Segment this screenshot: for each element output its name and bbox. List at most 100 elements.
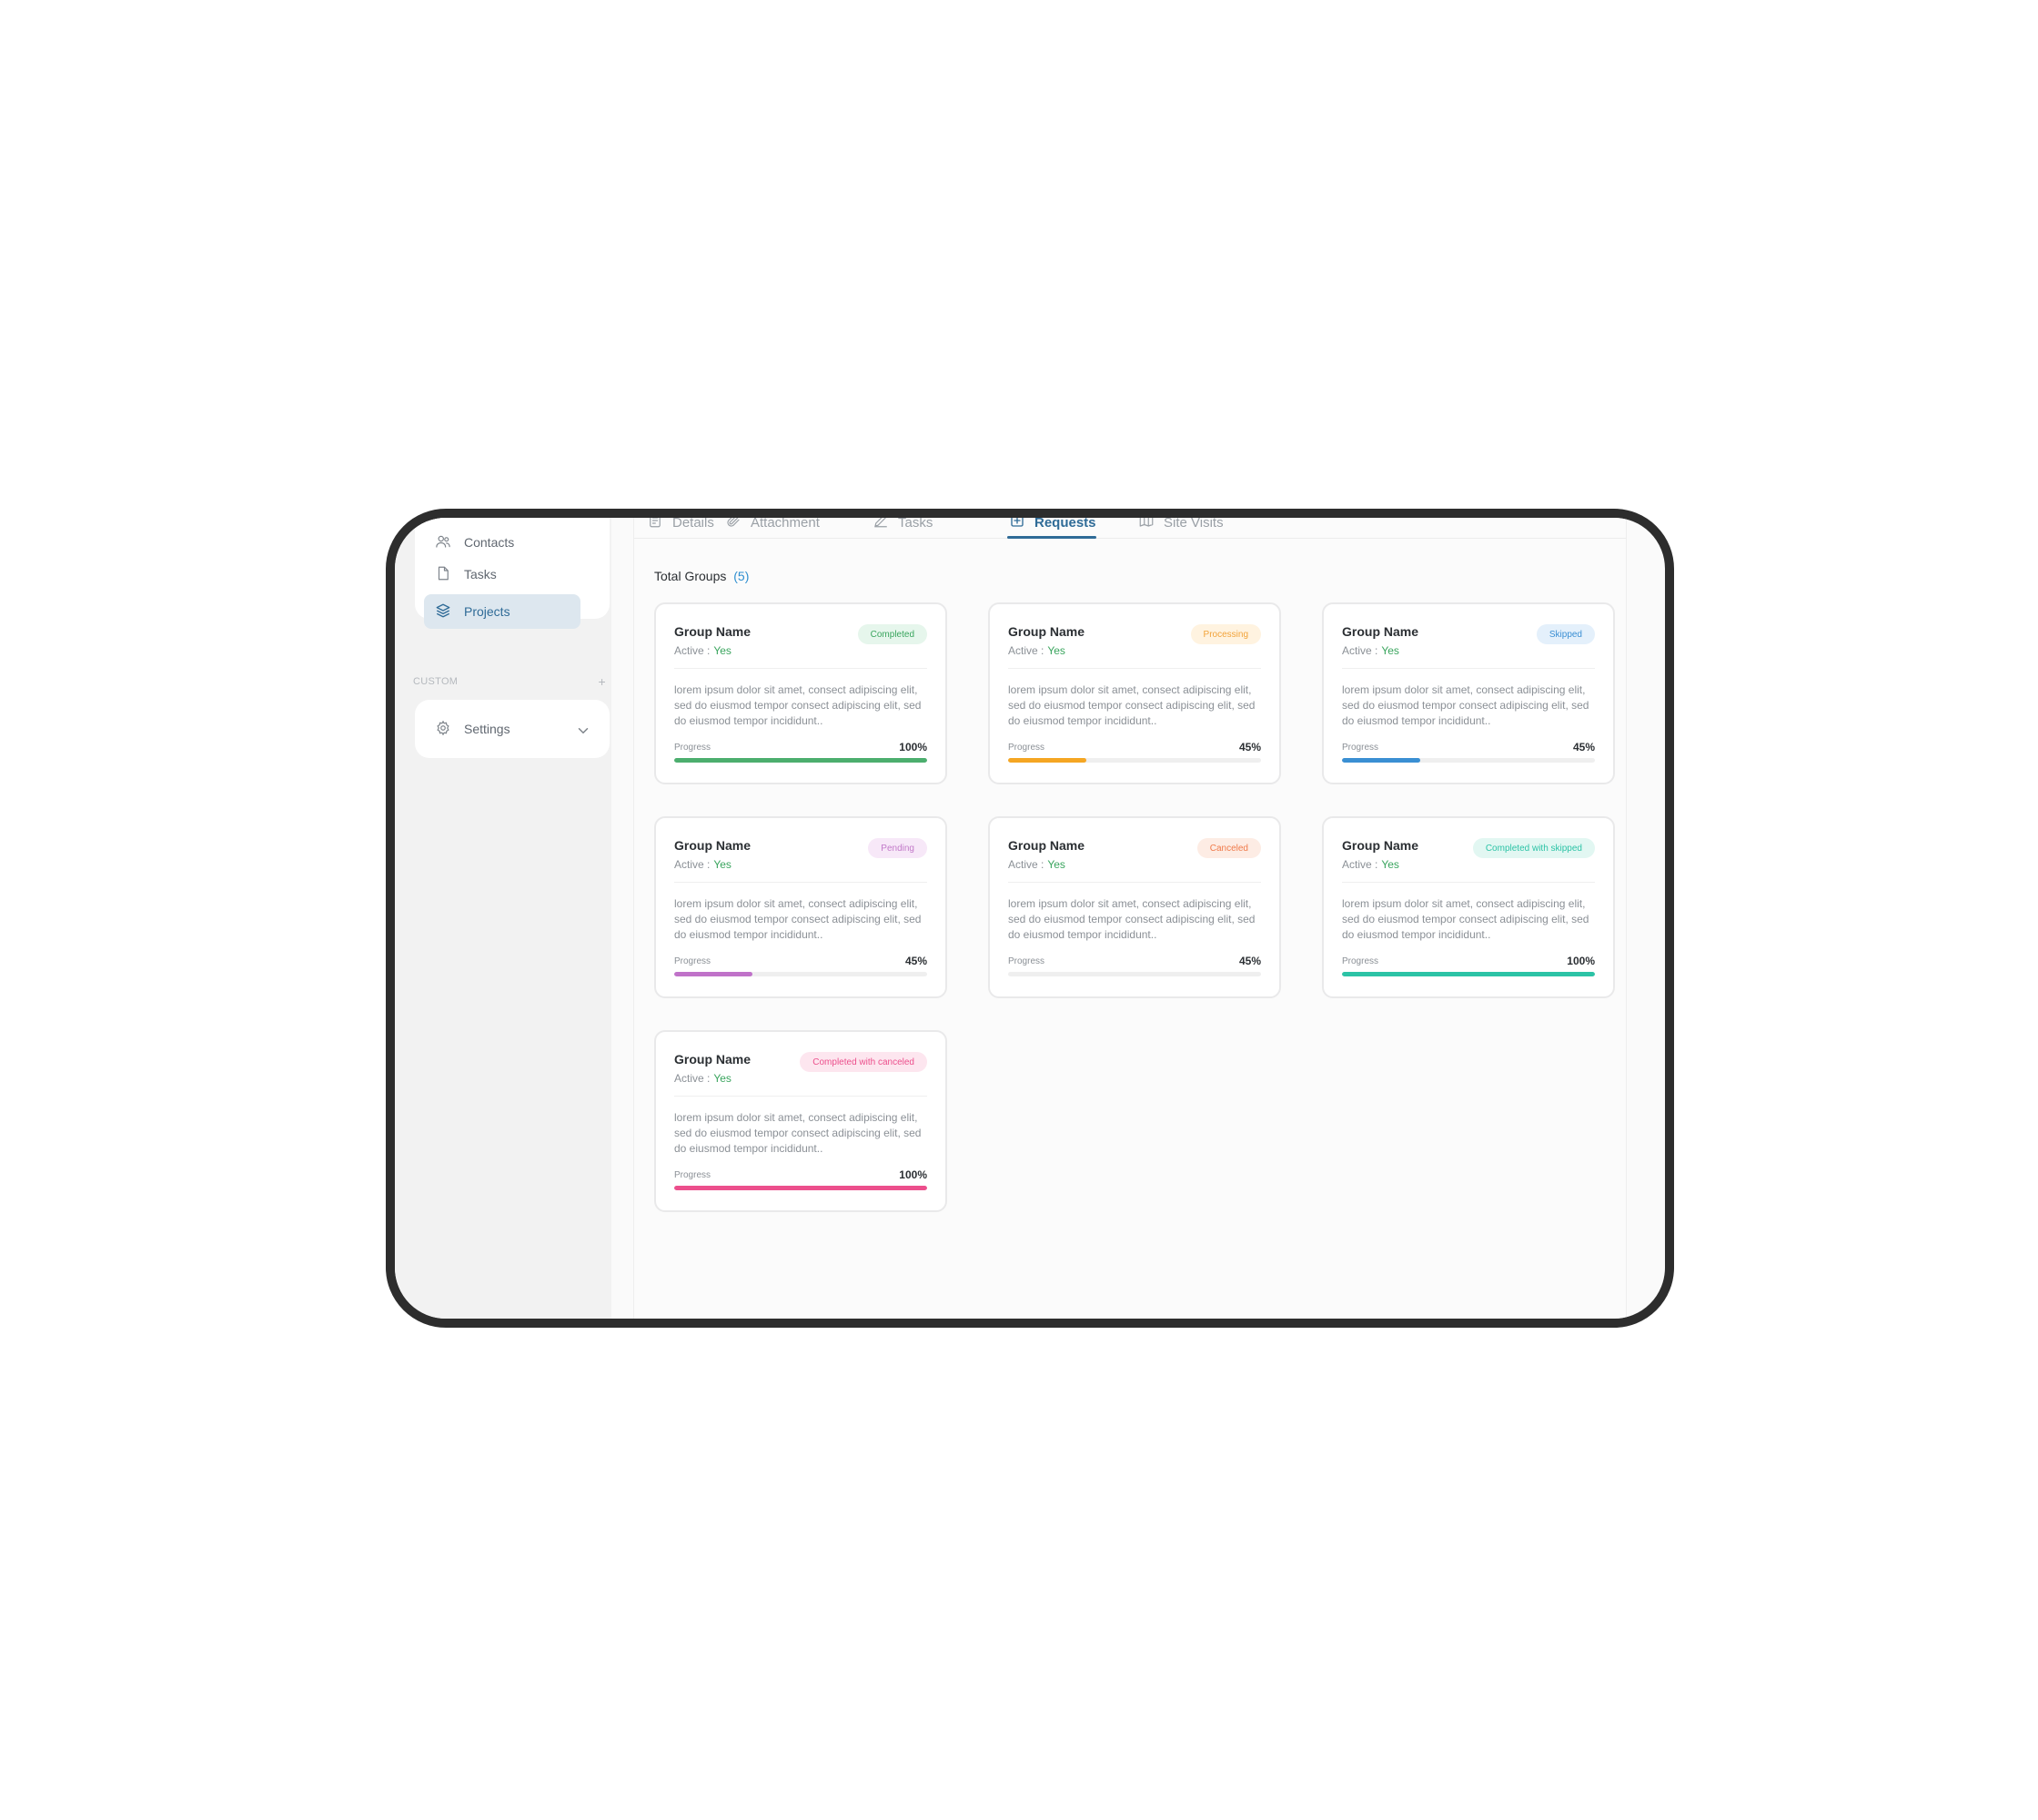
divider xyxy=(1342,668,1595,669)
progress-track xyxy=(674,1186,927,1190)
divider xyxy=(1008,882,1261,883)
group-name: Group Name xyxy=(1342,838,1419,853)
group-name: Group Name xyxy=(1008,838,1085,853)
status-badge: Completed with canceled xyxy=(800,1052,927,1072)
progress-track xyxy=(674,758,927,763)
progress-fill xyxy=(674,1186,927,1190)
status-badge: Processing xyxy=(1190,624,1261,644)
active-status: Active : Yes xyxy=(1008,858,1065,871)
chevron-down-icon[interactable] xyxy=(575,723,589,735)
progress-fill xyxy=(674,972,753,976)
sidebar-item-label: Projects xyxy=(464,604,510,619)
group-description: lorem ipsum dolor sit amet, consect adip… xyxy=(674,1111,922,1155)
sidebar-item-tasks[interactable]: Tasks xyxy=(424,557,580,592)
divider xyxy=(1008,668,1261,669)
active-tab-indicator xyxy=(1007,536,1096,539)
progress-label: Progress xyxy=(674,743,711,753)
group-card[interactable]: Group Name Completed Active : Yes lorem ipsu… xyxy=(654,602,947,784)
tab-label: Attachment xyxy=(751,514,820,531)
group-description: lorem ipsum dolor sit amet, consect adip… xyxy=(674,897,922,941)
active-status: Active : Yes xyxy=(1342,858,1399,871)
active-label: Active : xyxy=(674,858,711,871)
file-icon xyxy=(435,565,451,584)
group-card[interactable]: Group Name Skipped Active : Yes lorem ipsum … xyxy=(1322,602,1615,784)
progress-track xyxy=(674,972,927,976)
active-value: Yes xyxy=(713,858,731,871)
group-name: Group Name xyxy=(674,1052,752,1067)
progress-label: Progress xyxy=(1342,743,1379,753)
progress-value: 45% xyxy=(1238,741,1261,753)
group-card[interactable]: Group Name Canceled Active : Yes lorem ipsum… xyxy=(988,816,1281,998)
active-status: Active : Yes xyxy=(1342,644,1399,657)
progress-value: 45% xyxy=(1238,955,1261,967)
add-section-button[interactable]: + xyxy=(599,674,606,689)
add-square-icon xyxy=(1009,518,1025,532)
tab-details[interactable]: Details xyxy=(647,514,714,532)
tab-label: Requests xyxy=(1034,514,1096,531)
paperclip-icon xyxy=(725,518,742,532)
active-status: Active : Yes xyxy=(674,1072,731,1085)
group-card[interactable]: Group Name Pending Active : Yes lorem ipsum … xyxy=(654,816,947,998)
tab-tasks[interactable]: Tasks xyxy=(873,514,933,532)
sidebar-item-contacts[interactable]: Contacts xyxy=(424,525,580,560)
active-value: Yes xyxy=(1381,644,1399,657)
divider xyxy=(674,1096,927,1097)
total-groups: Total Groups (5) xyxy=(654,569,749,583)
status-badge: Pending xyxy=(868,838,927,858)
tab-bar: Details Attachment Tasks Requests Site V… xyxy=(634,514,1626,539)
progress-value: 45% xyxy=(904,955,927,967)
tab-label: Details xyxy=(672,514,714,531)
divider xyxy=(674,668,927,669)
settings-label: Settings xyxy=(464,722,510,736)
active-label: Active : xyxy=(1008,644,1044,657)
users-icon xyxy=(435,533,451,552)
progress-track xyxy=(1008,972,1261,976)
section-label: CUSTOM xyxy=(413,676,459,687)
sidebar-item-projects[interactable]: Projects xyxy=(424,594,580,629)
tab-requests[interactable]: Requests xyxy=(1009,514,1096,532)
pencil-icon xyxy=(873,518,889,532)
progress-track xyxy=(1342,758,1595,763)
active-label: Active : xyxy=(674,644,711,657)
group-name: Group Name xyxy=(674,624,752,639)
active-status: Active : Yes xyxy=(674,644,731,657)
group-card[interactable]: Group Name Processing Active : Yes lorem ips… xyxy=(988,602,1281,784)
sidebar: Contacts Tasks Projects CUSTOM + Setting… xyxy=(395,518,611,1319)
progress-fill xyxy=(674,758,927,763)
group-card[interactable]: Group Name Completed with skipped Active :… xyxy=(1322,816,1615,998)
group-card[interactable]: Group Name Completed with canceled Active … xyxy=(654,1030,947,1212)
group-description: lorem ipsum dolor sit amet, consect adip… xyxy=(674,683,922,727)
tab-label: Tasks xyxy=(898,514,933,531)
active-label: Active : xyxy=(674,1072,711,1085)
progress-value: 100% xyxy=(899,741,927,753)
sidebar-item-label: Tasks xyxy=(464,567,497,581)
active-value: Yes xyxy=(1381,858,1399,871)
active-label: Active : xyxy=(1342,858,1378,871)
progress-label: Progress xyxy=(1008,743,1045,753)
device-frame: Contacts Tasks Projects CUSTOM + Setting… xyxy=(386,509,1674,1328)
total-groups-count: (5) xyxy=(733,569,750,583)
progress-value: 45% xyxy=(1572,741,1595,753)
group-description: lorem ipsum dolor sit amet, consect adip… xyxy=(1342,897,1589,941)
progress-value: 100% xyxy=(1567,955,1595,967)
progress-track xyxy=(1342,972,1595,976)
progress-fill xyxy=(1342,972,1595,976)
active-status: Active : Yes xyxy=(1008,644,1065,657)
tab-label: Site Visits xyxy=(1164,514,1224,531)
total-groups-label: Total Groups xyxy=(654,569,727,583)
settings-menu[interactable]: Settings xyxy=(415,700,610,758)
divider xyxy=(674,882,927,883)
sidebar-item-label: Contacts xyxy=(464,535,515,550)
map-icon xyxy=(1138,518,1155,532)
divider xyxy=(1342,882,1595,883)
progress-label: Progress xyxy=(1342,956,1379,966)
main-content: Details Attachment Tasks Requests Site V… xyxy=(633,514,1627,1319)
tab-attachment[interactable]: Attachment xyxy=(725,514,820,532)
active-value: Yes xyxy=(713,1072,731,1085)
active-label: Active : xyxy=(1342,644,1378,657)
group-name: Group Name xyxy=(1342,624,1419,639)
status-badge: Completed xyxy=(857,624,927,644)
tab-site-visits[interactable]: Site Visits xyxy=(1138,514,1224,532)
status-badge: Skipped xyxy=(1536,624,1595,644)
active-value: Yes xyxy=(713,644,731,657)
